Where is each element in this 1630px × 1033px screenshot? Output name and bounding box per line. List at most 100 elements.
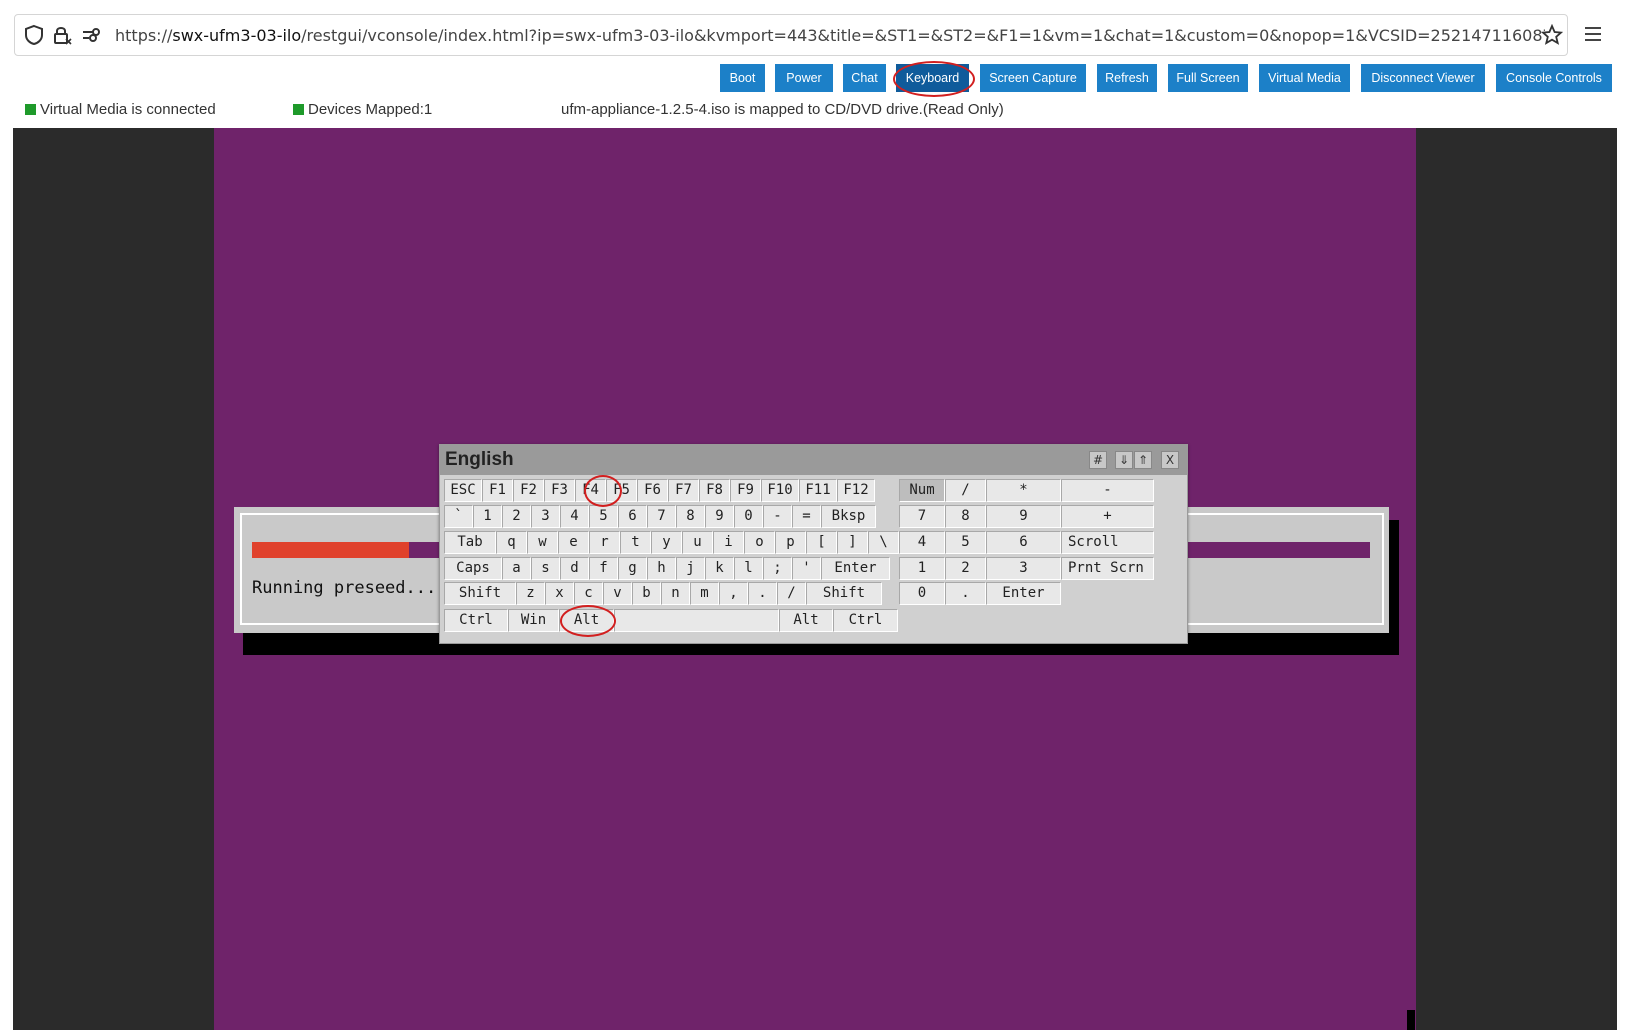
close-button[interactable]: X — [1161, 451, 1179, 469]
url-text[interactable]: https://swx-ufm3-03-ilo/restgui/vconsole… — [115, 26, 1545, 45]
virtual-keyboard[interactable]: English # ⇓ ⇑ X ESC F1 F2 F3 F4 F5 F6 F7 F8 F9 F10… — [439, 444, 1188, 644]
key-f6[interactable]: F6 — [637, 479, 668, 502]
key-f3[interactable]: F3 — [544, 479, 575, 502]
key-d[interactable]: d — [560, 557, 589, 580]
virtual-media-button[interactable]: Virtual Media — [1259, 64, 1350, 92]
space-key[interactable] — [614, 609, 779, 632]
key-shift[interactable]: Shift — [806, 582, 882, 605]
key-n[interactable]: n — [661, 582, 690, 605]
key-symbol-39[interactable]: ' — [792, 557, 821, 580]
numpad-key-symbol-42[interactable]: * — [986, 479, 1061, 502]
keyboard-titlebar[interactable]: English # ⇓ ⇑ X — [440, 445, 1187, 475]
key-symbol-44[interactable]: , — [719, 582, 748, 605]
key-m[interactable]: m — [690, 582, 719, 605]
key-f[interactable]: f — [589, 557, 618, 580]
key-x[interactable]: x — [545, 582, 574, 605]
key-symbol-96[interactable]: ` — [444, 505, 473, 528]
numpad-key-prnt-scrn[interactable]: Prnt Scrn — [1061, 557, 1154, 580]
key-h[interactable]: h — [647, 557, 676, 580]
key-alt[interactable]: Alt — [779, 609, 833, 632]
key-o[interactable]: o — [744, 531, 775, 554]
key-r[interactable]: r — [589, 531, 620, 554]
key-f9[interactable]: F9 — [730, 479, 761, 502]
chat-button[interactable]: Chat — [843, 64, 886, 92]
screen-capture-button[interactable]: Screen Capture — [980, 64, 1086, 92]
key-2[interactable]: 2 — [502, 505, 531, 528]
numpad-key-enter[interactable]: Enter — [986, 582, 1061, 605]
numpad-key-9[interactable]: 9 — [986, 505, 1061, 528]
full-screen-button[interactable]: Full Screen — [1168, 64, 1248, 92]
key-b[interactable]: b — [632, 582, 661, 605]
key-f2[interactable]: F2 — [513, 479, 544, 502]
key-symbol-93[interactable]: ] — [837, 531, 868, 554]
key-f1[interactable]: F1 — [482, 479, 513, 502]
key-8[interactable]: 8 — [676, 505, 705, 528]
power-button[interactable]: Power — [775, 64, 833, 92]
numpad-key-4[interactable]: 4 — [899, 531, 945, 554]
key-e[interactable]: e — [558, 531, 589, 554]
key-f11[interactable]: F11 — [799, 479, 837, 502]
key-0[interactable]: 0 — [734, 505, 763, 528]
key-y[interactable]: y — [651, 531, 682, 554]
key-a[interactable]: a — [502, 557, 531, 580]
key-symbol-46[interactable]: . — [748, 582, 777, 605]
key-symbol-59[interactable]: ; — [763, 557, 792, 580]
key-j[interactable]: j — [676, 557, 705, 580]
key-f5[interactable]: F5 — [606, 479, 637, 502]
key-tab[interactable]: Tab — [444, 531, 496, 554]
key-4[interactable]: 4 — [560, 505, 589, 528]
numpad-key-symbol-43[interactable]: + — [1061, 505, 1154, 528]
key-v[interactable]: v — [603, 582, 632, 605]
numpad-key-symbol-45[interactable]: - — [1061, 479, 1154, 502]
key-symbol-92[interactable]: \ — [868, 531, 899, 554]
numpad-key-symbol-47[interactable]: / — [945, 479, 986, 502]
boot-button[interactable]: Boot — [720, 64, 765, 92]
key-symbol-47[interactable]: / — [777, 582, 806, 605]
key-9[interactable]: 9 — [705, 505, 734, 528]
numpad-key-7[interactable]: 7 — [899, 505, 945, 528]
numpad-key-scroll[interactable]: Scroll — [1061, 531, 1154, 554]
key-6[interactable]: 6 — [618, 505, 647, 528]
key-3[interactable]: 3 — [531, 505, 560, 528]
minimize-button[interactable]: ⇓ — [1115, 451, 1133, 469]
numpad-key-2[interactable]: 2 — [945, 557, 986, 580]
key-7[interactable]: 7 — [647, 505, 676, 528]
key-t[interactable]: t — [620, 531, 651, 554]
key-caps[interactable]: Caps — [444, 557, 502, 580]
key-f10[interactable]: F10 — [761, 479, 799, 502]
key-enter[interactable]: Enter — [821, 557, 890, 580]
key-symbol-45[interactable]: - — [763, 505, 792, 528]
key-u[interactable]: u — [682, 531, 713, 554]
key-shift[interactable]: Shift — [444, 582, 516, 605]
key-bksp[interactable]: Bksp — [821, 505, 876, 528]
disconnect-viewer-button[interactable]: Disconnect Viewer — [1361, 64, 1485, 92]
numpad-key-5[interactable]: 5 — [945, 531, 986, 554]
key-i[interactable]: i — [713, 531, 744, 554]
key-f8[interactable]: F8 — [699, 479, 730, 502]
key-g[interactable]: g — [618, 557, 647, 580]
permissions-icon[interactable] — [81, 24, 103, 46]
key-f7[interactable]: F7 — [668, 479, 699, 502]
key-symbol-61[interactable]: = — [792, 505, 821, 528]
key-k[interactable]: k — [705, 557, 734, 580]
console-controls-button[interactable]: Console Controls — [1496, 64, 1612, 92]
numpad-key-num[interactable]: Num — [899, 479, 945, 502]
maximize-button[interactable]: ⇑ — [1134, 451, 1152, 469]
key-p[interactable]: p — [775, 531, 806, 554]
numpad-key-1[interactable]: 1 — [899, 557, 945, 580]
key-ctrl[interactable]: Ctrl — [833, 609, 898, 632]
key-5[interactable]: 5 — [589, 505, 618, 528]
key-q[interactable]: q — [496, 531, 527, 554]
refresh-button[interactable]: Refresh — [1097, 64, 1157, 92]
key-f4[interactable]: F4 — [575, 479, 606, 502]
address-bar[interactable]: https://swx-ufm3-03-ilo/restgui/vconsole… — [14, 14, 1568, 56]
key-symbol-91[interactable]: [ — [806, 531, 837, 554]
hash-button[interactable]: # — [1089, 451, 1107, 469]
numpad-key-8[interactable]: 8 — [945, 505, 986, 528]
key-esc[interactable]: ESC — [444, 479, 482, 502]
key-w[interactable]: w — [527, 531, 558, 554]
numpad-key-3[interactable]: 3 — [986, 557, 1061, 580]
key-l[interactable]: l — [734, 557, 763, 580]
key-s[interactable]: s — [531, 557, 560, 580]
bookmark-star-icon[interactable] — [1541, 24, 1563, 46]
